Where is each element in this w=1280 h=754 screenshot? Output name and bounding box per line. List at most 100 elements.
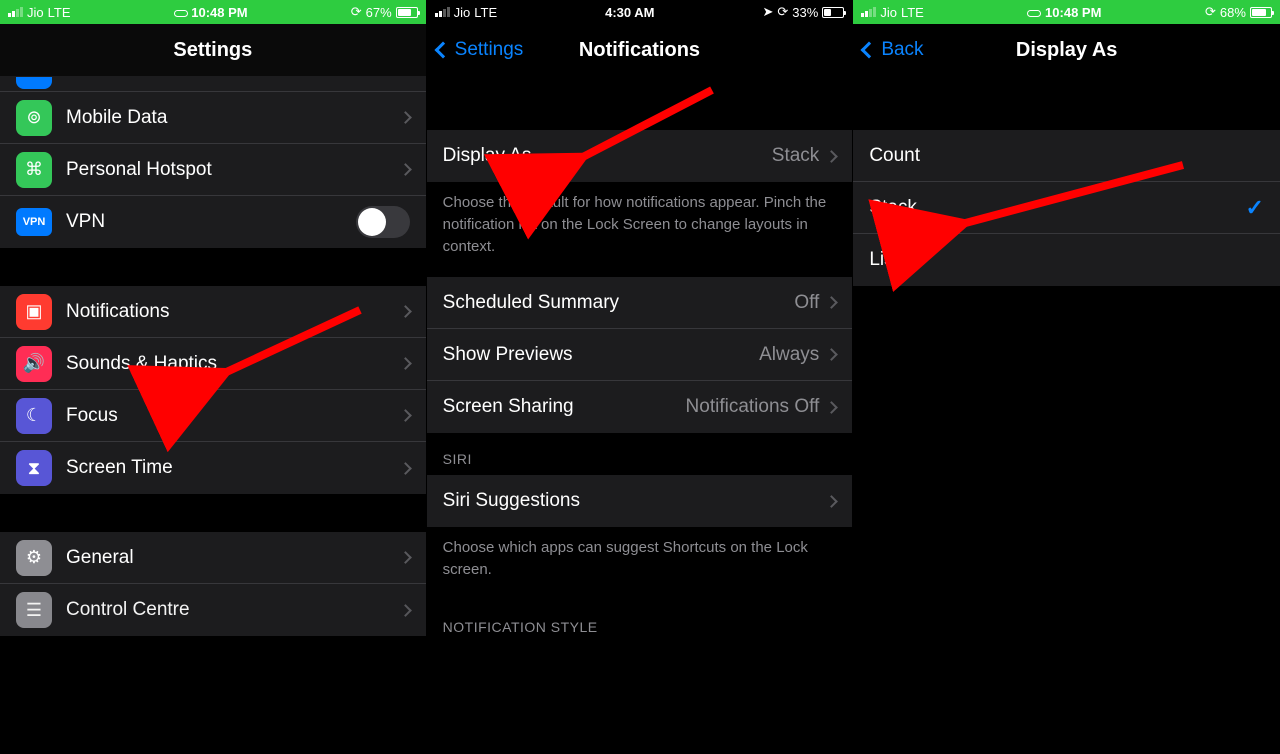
time-label: 10:48 PM (1045, 5, 1101, 20)
vpn-toggle[interactable] (356, 206, 410, 238)
row-vpn[interactable]: VPN VPN (0, 196, 426, 248)
chevron-right-icon (825, 150, 838, 163)
nav-title: Notifications (579, 39, 700, 62)
section-header-notif-style: NOTIFICATION STYLE (427, 601, 853, 635)
row-scheduled-summary[interactable]: Scheduled Summary Off (427, 277, 853, 329)
time-label: 4:30 AM (605, 5, 654, 20)
status-bar: Jio LTE 4:30 AM ➤ ⟳ 33% (427, 0, 853, 24)
network-label: LTE (48, 5, 71, 20)
row-personal-hotspot[interactable]: ⌘ Personal Hotspot (0, 144, 426, 196)
previews-section: Scheduled Summary Off Show Previews Alwa… (427, 277, 853, 433)
vpn-icon: VPN (16, 208, 52, 236)
chevron-right-icon (399, 357, 412, 370)
row-label: Sounds & Haptics (66, 353, 401, 375)
chevron-right-icon (399, 409, 412, 422)
row-control-centre[interactable]: ☰ Control Centre (0, 584, 426, 636)
option-stack[interactable]: Stack ✓ (853, 182, 1280, 234)
back-button[interactable]: Back (863, 39, 923, 61)
row-screen-sharing[interactable]: Screen Sharing Notifications Off (427, 381, 853, 433)
bell-icon: ▣ (16, 294, 52, 330)
row-label: Focus (66, 405, 401, 427)
battery-pct: 67% (366, 5, 392, 20)
row-value: Off (794, 292, 819, 314)
row-display-as[interactable]: Display As Stack (427, 130, 853, 182)
display-as-section: Display As Stack (427, 130, 853, 182)
carrier-label: Jio (880, 5, 897, 20)
row-label: Display As (443, 145, 772, 167)
section-gap (0, 248, 426, 286)
option-count[interactable]: Count (853, 130, 1280, 182)
row-value: Always (759, 344, 819, 366)
nav-bar: Settings (0, 24, 426, 76)
row-label: Control Centre (66, 599, 401, 621)
phone-notifications: Jio LTE 4:30 AM ➤ ⟳ 33% Settings Notific… (427, 0, 854, 754)
row-show-previews[interactable]: Show Previews Always (427, 329, 853, 381)
chevron-right-icon (399, 604, 412, 617)
settings-group-notifications: ▣ Notifications 🔊 Sounds & Haptics ☾ Foc… (0, 286, 426, 494)
row-siri-suggestions[interactable]: Siri Suggestions (427, 475, 853, 527)
moon-icon: ☾ (16, 398, 52, 434)
status-bar: Jio LTE 10:48 PM ⟳ 67% (0, 0, 426, 24)
status-bar: Jio LTE 10:48 PM ⟳ 68% (853, 0, 1280, 24)
row-general[interactable]: ⚙ General (0, 532, 426, 584)
chevron-right-icon (399, 163, 412, 176)
row-label: General (66, 547, 401, 569)
location-icon: ➤ (762, 4, 773, 20)
phone-settings: Jio LTE 10:48 PM ⟳ 67% Settings ⊚ Mobile (0, 0, 427, 754)
row-label: Show Previews (443, 344, 759, 366)
settings-group-connectivity: ⊚ Mobile Data ⌘ Personal Hotspot VPN VPN (0, 92, 426, 248)
row-sounds-haptics[interactable]: 🔊 Sounds & Haptics (0, 338, 426, 390)
row-label: List (869, 249, 1264, 271)
link-icon: ⌘ (16, 152, 52, 188)
gear-icon: ⚙ (16, 540, 52, 576)
siri-section: Siri Suggestions (427, 475, 853, 527)
checkmark-icon: ✓ (1246, 195, 1264, 221)
section-footer: Choose the default for how notifications… (427, 182, 853, 277)
chevron-left-icon (434, 42, 451, 59)
network-label: LTE (901, 5, 924, 20)
row-label: Scheduled Summary (443, 292, 795, 314)
row-value: Notifications Off (686, 396, 820, 418)
row-label: Mobile Data (66, 107, 401, 129)
speaker-icon: 🔊 (16, 346, 52, 382)
chevron-right-icon (825, 296, 838, 309)
row-screen-time[interactable]: ⧗ Screen Time (0, 442, 426, 494)
row-label: Personal Hotspot (66, 159, 401, 181)
nav-title: Settings (173, 39, 252, 62)
link-icon (174, 10, 188, 17)
orientation-lock-icon: ⟳ (351, 4, 362, 20)
row-mobile-data[interactable]: ⊚ Mobile Data (0, 92, 426, 144)
section-header-siri: SIRI (427, 433, 853, 475)
antenna-icon: ⊚ (16, 100, 52, 136)
carrier-label: Jio (454, 5, 471, 20)
battery-icon (396, 7, 418, 18)
signal-icon (8, 7, 23, 17)
chevron-right-icon (399, 305, 412, 318)
chevron-right-icon (825, 401, 838, 414)
time-label: 10:48 PM (191, 5, 247, 20)
nav-bar: Back Display As (853, 24, 1280, 76)
row-focus[interactable]: ☾ Focus (0, 390, 426, 442)
settings-group-general: ⚙ General ☰ Control Centre (0, 532, 426, 636)
chevron-right-icon (399, 111, 412, 124)
row-notifications[interactable]: ▣ Notifications (0, 286, 426, 338)
section-gap (427, 76, 853, 130)
nav-bar: Settings Notifications (427, 24, 853, 76)
carrier-label: Jio (27, 5, 44, 20)
back-button[interactable]: Settings (437, 39, 524, 61)
signal-icon (861, 7, 876, 17)
section-gap (0, 494, 426, 532)
display-as-options: Count Stack ✓ List (853, 130, 1280, 286)
back-label: Back (881, 39, 923, 61)
option-list[interactable]: List (853, 234, 1280, 286)
link-icon (1027, 10, 1041, 17)
orientation-lock-icon: ⟳ (1205, 4, 1216, 20)
hourglass-icon: ⧗ (16, 450, 52, 486)
network-label: LTE (474, 5, 497, 20)
row-label: VPN (66, 211, 356, 233)
app-icon-partial (16, 77, 52, 89)
chevron-right-icon (825, 495, 838, 508)
battery-icon (1250, 7, 1272, 18)
section-gap (853, 76, 1280, 130)
row-label: Siri Suggestions (443, 490, 828, 512)
